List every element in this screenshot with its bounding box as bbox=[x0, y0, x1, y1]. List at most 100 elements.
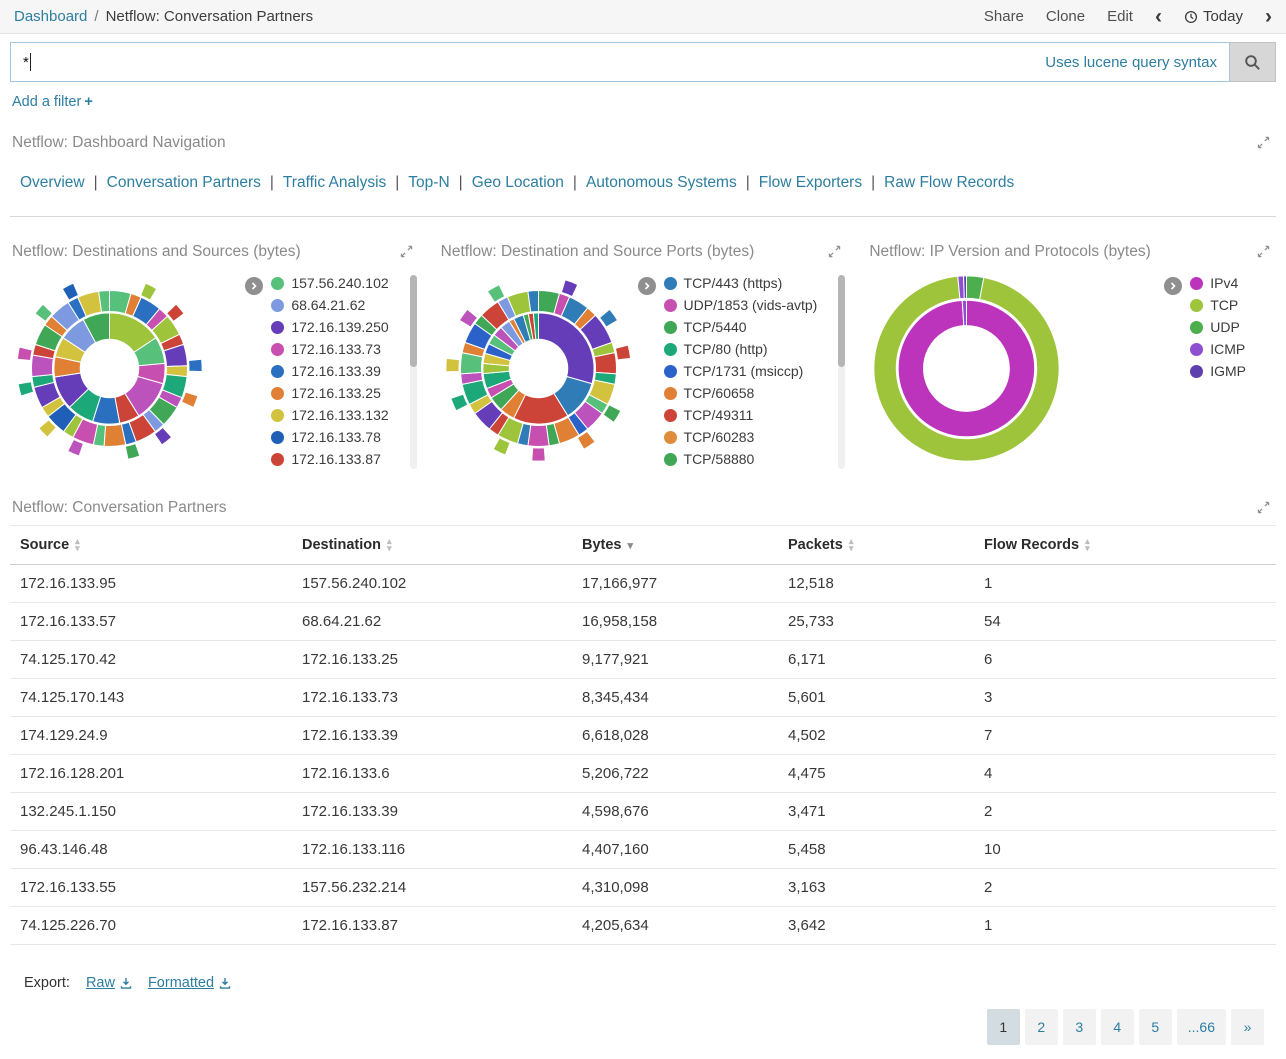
legend-color-dot bbox=[271, 431, 284, 444]
timepicker-button[interactable]: Today bbox=[1184, 8, 1243, 25]
table-row: 172.16.133.5768.64.21.6216,958,15825,733… bbox=[10, 603, 1276, 641]
add-filter-link[interactable]: Add a filter+ bbox=[12, 94, 93, 110]
table-cell: 4 bbox=[974, 755, 1276, 793]
share-button[interactable]: Share bbox=[984, 8, 1024, 25]
legend-item[interactable]: 172.16.133.87 bbox=[271, 451, 388, 467]
legend-item[interactable]: 172.16.139.250 bbox=[271, 319, 388, 335]
legend-collapse-icon[interactable] bbox=[638, 277, 656, 295]
expand-panel-icon[interactable] bbox=[398, 243, 415, 263]
legend-item[interactable]: 172.16.133.39 bbox=[271, 363, 388, 379]
time-next-button[interactable]: › bbox=[1265, 6, 1272, 27]
time-prev-button[interactable]: ‹ bbox=[1155, 6, 1162, 27]
dashboard-nav-link[interactable]: Flow Exporters bbox=[759, 174, 862, 191]
legend-item[interactable]: 172.16.133.132 bbox=[271, 407, 388, 423]
search-input[interactable]: * Uses lucene query syntax bbox=[10, 42, 1230, 82]
search-button[interactable] bbox=[1230, 42, 1276, 82]
expand-panel-icon[interactable] bbox=[1255, 134, 1272, 154]
legend-item[interactable]: 172.16.133.25 bbox=[271, 385, 388, 401]
sunburst-chart[interactable] bbox=[869, 271, 1064, 466]
conversation-partners-panel: Netflow: Conversation Partners Source▴▾D… bbox=[10, 491, 1276, 1045]
legend-item[interactable]: TCP/60658 bbox=[664, 385, 818, 401]
legend-label: TCP/49311 bbox=[684, 407, 754, 423]
expand-panel-icon[interactable] bbox=[826, 243, 843, 263]
pagination-page-66[interactable]: ...66 bbox=[1177, 1009, 1226, 1045]
sunburst-segment[interactable] bbox=[594, 353, 616, 374]
legend-item[interactable]: 172.16.133.73 bbox=[271, 341, 388, 357]
sunburst-segment[interactable] bbox=[104, 424, 126, 446]
legend-item[interactable]: TCP/5440 bbox=[664, 319, 818, 335]
legend-item[interactable]: 157.56.240.102 bbox=[271, 275, 388, 291]
legend-item[interactable]: TCP/58880 bbox=[664, 451, 818, 467]
dashboard-nav-link[interactable]: Traffic Analysis bbox=[283, 174, 386, 191]
legend-item[interactable]: TCP bbox=[1190, 297, 1246, 313]
legend-item[interactable]: ICMP bbox=[1190, 341, 1246, 357]
legend-collapse-icon[interactable] bbox=[1164, 277, 1182, 295]
legend-color-dot bbox=[271, 299, 284, 312]
legend-item[interactable]: TCP/80 (http) bbox=[664, 341, 818, 357]
column-header-packets[interactable]: Packets▴▾ bbox=[778, 526, 974, 565]
dashboard-nav-link[interactable]: Raw Flow Records bbox=[884, 174, 1014, 191]
legend-label: ICMP bbox=[1210, 341, 1245, 357]
sunburst-segment[interactable] bbox=[18, 382, 33, 396]
legend-item[interactable]: UDP bbox=[1190, 319, 1246, 335]
column-label: Flow Records bbox=[984, 537, 1079, 553]
sunburst-segment[interactable] bbox=[531, 448, 545, 461]
sunburst-segment[interactable] bbox=[68, 439, 84, 456]
expand-panel-icon[interactable] bbox=[1255, 243, 1272, 263]
expand-panel-icon[interactable] bbox=[1255, 499, 1272, 519]
sunburst-segment[interactable] bbox=[17, 347, 32, 361]
pagination-page-4[interactable]: 4 bbox=[1101, 1009, 1134, 1045]
legend-scrollbar[interactable] bbox=[838, 275, 845, 469]
sunburst-segment[interactable] bbox=[125, 444, 140, 460]
column-header-bytes[interactable]: Bytes▾ bbox=[572, 526, 778, 565]
legend-item[interactable]: UDP/1853 (vids-avtp) bbox=[664, 297, 818, 313]
legend-item[interactable]: TCP/49311 bbox=[664, 407, 818, 423]
legend-item[interactable]: IPv4 bbox=[1190, 275, 1246, 291]
dashboard-nav-link[interactable]: Conversation Partners bbox=[107, 174, 261, 191]
chevron-right-icon bbox=[1169, 282, 1177, 290]
sunburst-segment[interactable] bbox=[615, 345, 630, 360]
query-value: * bbox=[23, 54, 29, 71]
legend-scrollbar[interactable] bbox=[410, 275, 417, 469]
pagination-page-5[interactable]: 5 bbox=[1139, 1009, 1172, 1045]
legend-item[interactable]: IGMP bbox=[1190, 363, 1246, 379]
export-raw-link[interactable]: Raw bbox=[86, 975, 132, 991]
dashboard-nav-link[interactable]: Overview bbox=[20, 174, 85, 191]
legend-item[interactable]: 68.64.21.62 bbox=[271, 297, 388, 313]
legend-item[interactable]: TCP/443 (https) bbox=[664, 275, 818, 291]
edit-button[interactable]: Edit bbox=[1107, 8, 1133, 25]
lucene-syntax-link[interactable]: Uses lucene query syntax bbox=[1045, 54, 1217, 71]
export-formatted-link[interactable]: Formatted bbox=[148, 975, 231, 991]
legend-item[interactable]: TCP/60283 bbox=[664, 429, 818, 445]
sunburst-segment[interactable] bbox=[189, 359, 203, 371]
pagination-next-button[interactable]: » bbox=[1231, 1009, 1264, 1045]
legend-label: UDP/1853 (vids-avtp) bbox=[684, 297, 818, 313]
legend-item[interactable]: 172.16.133.78 bbox=[271, 429, 388, 445]
dashboard-nav-link[interactable]: Top-N bbox=[408, 174, 449, 191]
clone-button[interactable]: Clone bbox=[1046, 8, 1085, 25]
pagination-page-1[interactable]: 1 bbox=[987, 1009, 1020, 1045]
sunburst-segment[interactable] bbox=[182, 392, 198, 407]
column-header-flow-records[interactable]: Flow Records▴▾ bbox=[974, 526, 1276, 565]
legend-label: TCP bbox=[1210, 297, 1238, 313]
legend-item[interactable]: TCP/1731 (msiccp) bbox=[664, 363, 818, 379]
breadcrumb-dashboard-link[interactable]: Dashboard bbox=[14, 8, 87, 25]
sunburst-segment[interactable] bbox=[561, 280, 577, 297]
column-header-source[interactable]: Source▴▾ bbox=[10, 526, 292, 565]
pagination-page-2[interactable]: 2 bbox=[1025, 1009, 1058, 1045]
pagination-page-3[interactable]: 3 bbox=[1063, 1009, 1096, 1045]
dashboard-nav-link[interactable]: Autonomous Systems bbox=[586, 174, 737, 191]
panel-header: Netflow: Conversation Partners bbox=[10, 491, 1276, 525]
sunburst-chart[interactable] bbox=[12, 271, 207, 466]
sunburst-segment[interactable] bbox=[528, 425, 549, 446]
legend-collapse-icon[interactable] bbox=[245, 277, 263, 295]
sunburst-segment[interactable] bbox=[964, 276, 967, 298]
column-header-destination[interactable]: Destination▴▾ bbox=[292, 526, 572, 565]
chart-legend: TCP/443 (https) UDP/1853 (vids-avtp) TCP/5… bbox=[638, 271, 818, 473]
sunburst-chart[interactable] bbox=[441, 271, 636, 466]
scrollbar-thumb[interactable] bbox=[838, 275, 845, 367]
table-cell: 1 bbox=[974, 565, 1276, 603]
dashboard-nav-link[interactable]: Geo Location bbox=[472, 174, 564, 191]
sunburst-segment[interactable] bbox=[446, 358, 460, 372]
scrollbar-thumb[interactable] bbox=[410, 275, 417, 367]
